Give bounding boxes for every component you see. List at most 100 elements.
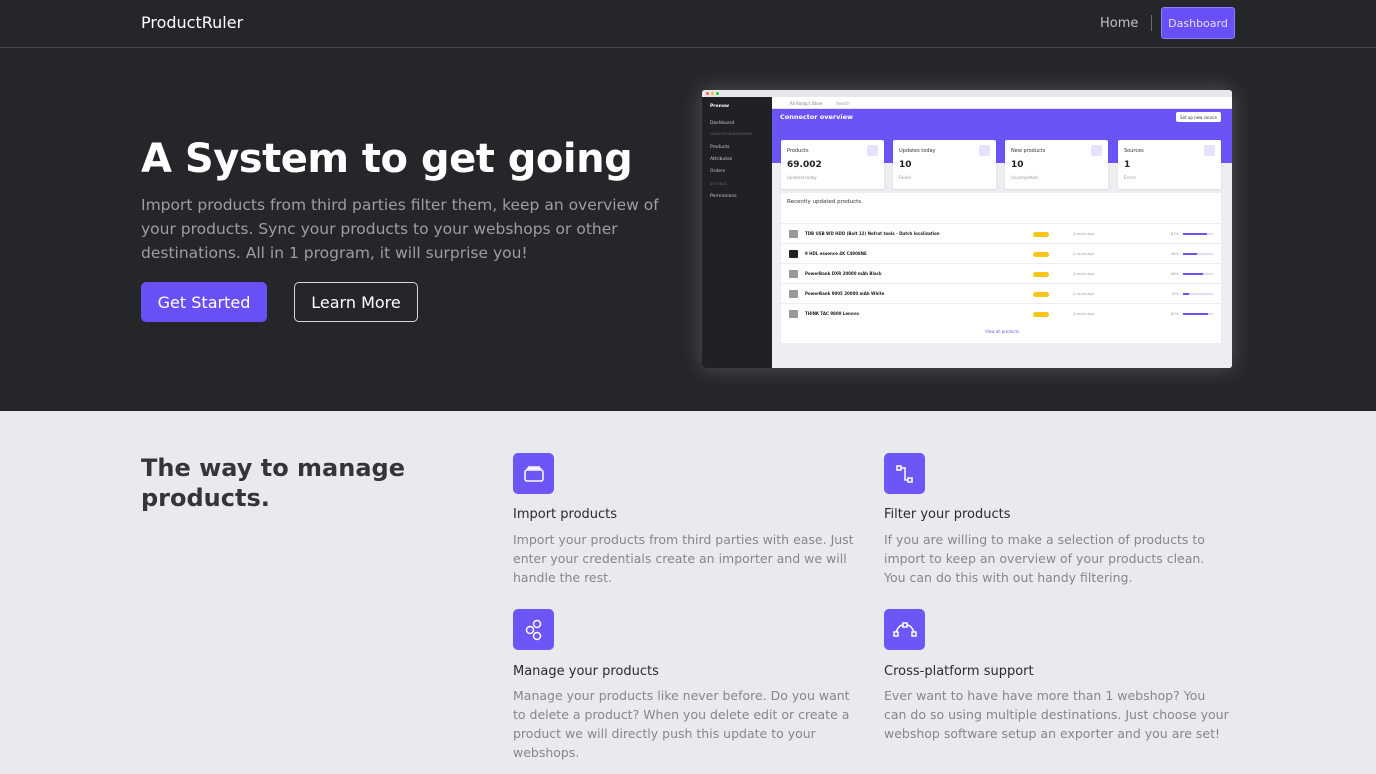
folder-icon bbox=[513, 453, 554, 494]
table-row: PowerBank 9005 20000 mAh White 2 hours a… bbox=[781, 283, 1221, 303]
table-row: 9 HDL essence 4K C4908NE 2 hours ago 48% bbox=[781, 243, 1221, 263]
feature-crossplatform-desc: Ever want to have have more than 1 websh… bbox=[884, 688, 1229, 741]
feature-filter-title: Filter your products bbox=[884, 507, 1011, 522]
table-row: TDB USB WD HDD (Bolt 12) Nofrat tools - … bbox=[781, 223, 1221, 243]
stat-value: 1 bbox=[1124, 160, 1131, 170]
stat-icon bbox=[867, 145, 878, 156]
manage-icon bbox=[513, 609, 554, 650]
product-thumbnail bbox=[789, 270, 798, 278]
nav-divider bbox=[1151, 15, 1152, 31]
stat-sub: Updated today bbox=[787, 175, 817, 180]
stat-label: Products bbox=[787, 148, 809, 154]
stat-value: 10 bbox=[899, 160, 912, 170]
row-time: 2 hours ago bbox=[1073, 312, 1094, 316]
preview-products-table: Recently updated products TDB USB WD HDD… bbox=[781, 193, 1221, 343]
row-time: 2 hours ago bbox=[1073, 252, 1094, 256]
view-all-link: View all products bbox=[985, 329, 1020, 334]
bezier-icon bbox=[884, 609, 925, 650]
status-badge bbox=[1033, 232, 1049, 237]
feature-manage-title: Manage your products bbox=[513, 664, 659, 679]
dashboard-button[interactable]: Dashboard bbox=[1161, 7, 1235, 39]
row-percent: 82% bbox=[1171, 312, 1179, 316]
window-titlebar bbox=[702, 90, 1232, 97]
row-time: 2 hours ago bbox=[1073, 272, 1094, 276]
preview-search: Search bbox=[836, 101, 850, 106]
preview-main: Ali Rastg's Store Search Connector overv… bbox=[772, 97, 1232, 368]
status-badge bbox=[1033, 312, 1049, 317]
preview-app-name: Pronow bbox=[710, 104, 730, 109]
stat-card-sources: Sources 1 Errors bbox=[1118, 140, 1221, 189]
preview-nav-attributes: Attributes bbox=[710, 157, 733, 162]
preview-breadcrumb: Ali Rastg's Store bbox=[790, 101, 823, 106]
feature-manage-desc: Manage your products like never before. … bbox=[513, 688, 850, 760]
product-name: PowerBank DXR 20000 mAh Black bbox=[805, 271, 882, 276]
hero-title: A System to get going bbox=[141, 136, 633, 182]
stat-sub: Uncompleted bbox=[1011, 175, 1038, 180]
table-row: THINK TAC 9800 Lenovo 2 hours ago 82% bbox=[781, 303, 1221, 323]
stat-card-updates: Updates today 10 Failed bbox=[893, 140, 996, 189]
preview-nav-products: Products bbox=[710, 145, 730, 150]
learn-more-button[interactable]: Learn More bbox=[294, 282, 418, 322]
preview-nav-permissions: Permissions bbox=[710, 194, 737, 199]
row-percent: 81% bbox=[1171, 232, 1179, 236]
hero-description: Import products from third parties filte… bbox=[141, 196, 659, 262]
row-progress bbox=[1183, 273, 1213, 275]
row-progress bbox=[1183, 293, 1213, 295]
preview-sidebar: Pronow Dashboard CATALOG MANAGEMENT Prod… bbox=[702, 97, 772, 368]
stat-label: Updates today bbox=[899, 148, 936, 154]
filter-icon bbox=[884, 453, 925, 494]
row-progress bbox=[1183, 253, 1213, 255]
stat-icon bbox=[979, 145, 990, 156]
top-nav: ProductRuler Home Dashboard bbox=[0, 0, 1376, 48]
preview-section-label-2: SETTINGS bbox=[710, 182, 728, 186]
preview-nav-orders: Orders bbox=[710, 169, 726, 174]
row-percent: 48% bbox=[1171, 252, 1179, 256]
product-thumbnail bbox=[789, 250, 798, 258]
row-progress bbox=[1183, 313, 1213, 315]
stat-value: 10 bbox=[1011, 160, 1024, 170]
feature-crossplatform-title: Cross-platform support bbox=[884, 664, 1034, 679]
stat-icon bbox=[1091, 145, 1102, 156]
minimize-dot bbox=[711, 92, 714, 95]
row-percent: 70% bbox=[1171, 292, 1179, 296]
preview-page-title: Connector overview bbox=[780, 113, 853, 121]
close-dot bbox=[706, 92, 709, 95]
product-name: 9 HDL essence 4K C4908NE bbox=[805, 251, 867, 256]
product-thumbnail bbox=[789, 310, 798, 318]
stat-sub: Failed bbox=[899, 175, 911, 180]
stat-sub: Errors bbox=[1124, 175, 1136, 180]
table-row: PowerBank DXR 20000 mAh Black 2 hours ag… bbox=[781, 263, 1221, 283]
product-name: PowerBank 9005 20000 mAh White bbox=[805, 291, 885, 296]
maximize-dot bbox=[716, 92, 719, 95]
product-name: THINK TAC 9800 Lenovo bbox=[805, 311, 859, 316]
feature-filter-desc: If you are willing to make a selection o… bbox=[884, 532, 1205, 585]
features-section: The way to manage products. Import produ… bbox=[0, 411, 1376, 774]
brand-logo[interactable]: ProductRuler bbox=[141, 13, 243, 32]
preview-nav-dashboard: Dashboard bbox=[710, 121, 735, 126]
row-time: 2 hours ago bbox=[1073, 232, 1094, 236]
nav-home-link[interactable]: Home bbox=[1100, 16, 1138, 31]
get-started-button[interactable]: Get Started bbox=[141, 282, 267, 322]
row-time: 2 hours ago bbox=[1073, 292, 1094, 296]
product-name: TDB USB WD HDD (Bolt 12) Nofrat tools - … bbox=[805, 231, 940, 236]
stat-card-products: Products 69.002 Updated today bbox=[781, 140, 884, 189]
preview-table-title: Recently updated products bbox=[787, 199, 862, 205]
features-title: The way to manage products. bbox=[141, 454, 405, 512]
status-badge bbox=[1033, 292, 1049, 297]
product-thumbnail bbox=[789, 230, 798, 238]
row-progress bbox=[1183, 233, 1213, 235]
preview-topbar: Ali Rastg's Store Search bbox=[772, 97, 1232, 109]
dashboard-preview-image: Pronow Dashboard CATALOG MANAGEMENT Prod… bbox=[702, 90, 1232, 368]
stat-label: Sources bbox=[1124, 148, 1144, 154]
status-badge bbox=[1033, 252, 1049, 257]
preview-setup-button: Set up new source bbox=[1176, 112, 1221, 122]
status-badge bbox=[1033, 272, 1049, 277]
stat-value: 69.002 bbox=[787, 160, 822, 170]
hero-section: A System to get going Import products fr… bbox=[0, 48, 1376, 411]
stat-label: New products bbox=[1011, 148, 1046, 154]
preview-section-label: CATALOG MANAGEMENT bbox=[710, 132, 753, 136]
feature-import-title: Import products bbox=[513, 507, 618, 522]
product-thumbnail bbox=[789, 290, 798, 298]
stat-card-new: New products 10 Uncompleted bbox=[1005, 140, 1108, 189]
row-percent: 66% bbox=[1171, 272, 1179, 276]
